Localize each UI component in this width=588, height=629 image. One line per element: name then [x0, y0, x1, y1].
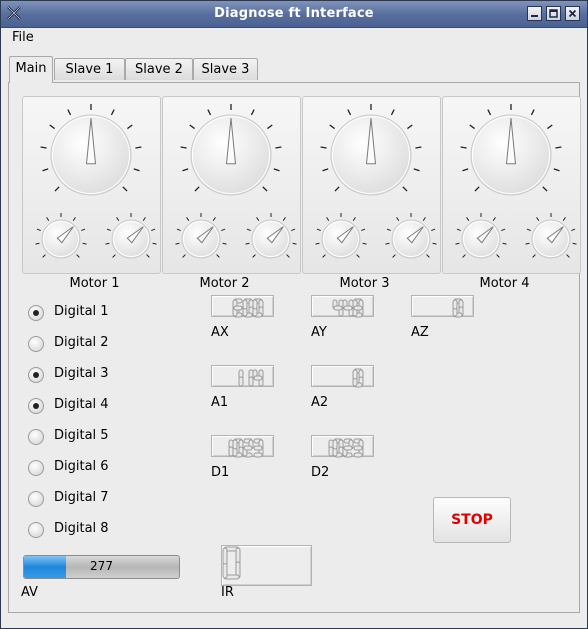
ay-display-digits: 448: [332, 298, 364, 318]
motor-1-panel: [22, 96, 161, 274]
d2-display-value-text: 1023: [322, 438, 325, 439]
ay-display: 448: [311, 295, 374, 318]
motor-3-dials[interactable]: [303, 97, 440, 273]
a1-label: A1: [211, 395, 229, 410]
maximize-button[interactable]: [546, 6, 561, 21]
minimize-icon: [531, 15, 538, 17]
av-label: AV: [21, 585, 38, 600]
menu-bar: File: [1, 28, 587, 48]
motor-2-dials[interactable]: [163, 97, 300, 273]
menu-file[interactable]: File: [12, 30, 34, 45]
ay-label: AY: [311, 325, 327, 340]
motor-3-dial-left[interactable]: [315, 213, 367, 259]
digital-4-label: Digital 4: [54, 397, 109, 412]
digital-2-radio[interactable]: [28, 336, 44, 352]
az-label: AZ: [411, 325, 429, 340]
motor-1-label: Motor 1: [69, 276, 120, 291]
az-display-value-text: 0: [452, 298, 453, 299]
d1-display: 1023: [211, 435, 274, 458]
tab-slave-2[interactable]: Slave 2: [125, 58, 193, 80]
ir-display: 0: [221, 545, 312, 586]
digital-8-label: Digital 8: [54, 521, 109, 536]
motor-1-speed-dial[interactable]: [40, 104, 142, 196]
motor-4-label: Motor 4: [479, 276, 530, 291]
d1-display-digits: 1023: [222, 438, 264, 458]
ay-display-value-text: 448: [332, 298, 334, 299]
motor-1-dial-right[interactable]: [105, 213, 157, 259]
digital-3-radio[interactable]: [28, 367, 44, 383]
d1-label: D1: [211, 465, 230, 480]
main-window: Diagnose ft Interface File Main Slave 1 …: [0, 0, 588, 629]
az-display: 0: [411, 295, 474, 318]
digital-5-label: Digital 5: [54, 428, 109, 443]
a2-display-digits: 0: [352, 368, 364, 388]
digital-5-radio[interactable]: [28, 429, 44, 445]
a1-display-value-text: 114: [232, 368, 234, 369]
motor-2-label: Motor 2: [199, 276, 250, 291]
digital-3-label: Digital 3: [54, 366, 109, 381]
motor-2-dial-right[interactable]: [245, 213, 297, 259]
window-title: Diagnose ft Interface: [214, 6, 374, 21]
motor-2-speed-dial[interactable]: [180, 104, 282, 196]
motor-4-dial-left[interactable]: [455, 213, 507, 259]
ir-display-value-text: 0: [222, 546, 223, 547]
ax-display-digits: 600: [232, 298, 264, 318]
d2-display: 1023: [311, 435, 374, 458]
av-progress-bar: 277: [23, 555, 180, 579]
motor-4-panel: [442, 96, 581, 274]
ax-display: 600: [211, 295, 274, 318]
motor-1-dials[interactable]: [23, 97, 160, 273]
motor-1-dial-left[interactable]: [35, 213, 87, 259]
a2-display: 0: [311, 365, 374, 388]
ax-display-value-text: 600: [232, 298, 234, 299]
d2-display-digits: 1023: [322, 438, 364, 458]
digital-8-radio[interactable]: [28, 522, 44, 538]
digital-4-radio[interactable]: [28, 398, 44, 414]
ir-display-digits: 0: [222, 546, 241, 580]
ax-label: AX: [211, 325, 229, 340]
a2-display-value-text: 0: [352, 368, 353, 369]
av-value: 277: [90, 559, 113, 573]
motor-2-dial-left[interactable]: [175, 213, 227, 259]
a1-display-digits: 114: [232, 368, 264, 387]
close-icon: [568, 9, 577, 18]
maximize-icon: [549, 9, 558, 18]
motor-3-panel: [302, 96, 441, 274]
digital-7-radio[interactable]: [28, 491, 44, 507]
a2-label: A2: [311, 395, 329, 410]
ir-label: IR: [221, 585, 234, 600]
digital-6-label: Digital 6: [54, 459, 109, 474]
az-display-digits: 0: [452, 298, 464, 318]
motor-3-label: Motor 3: [339, 276, 390, 291]
motor-4-dials[interactable]: [443, 97, 580, 273]
digital-7-label: Digital 7: [54, 490, 109, 505]
motor-3-speed-dial[interactable]: [320, 104, 422, 196]
close-button[interactable]: [565, 6, 580, 21]
digital-6-radio[interactable]: [28, 460, 44, 476]
motor-4-speed-dial[interactable]: [460, 104, 562, 196]
motor-3-dial-right[interactable]: [385, 213, 437, 259]
a1-display: 114: [211, 365, 274, 387]
digital-1-radio[interactable]: [28, 305, 44, 321]
digital-1-label: Digital 1: [54, 304, 109, 319]
d2-label: D2: [311, 465, 330, 480]
digital-2-label: Digital 2: [54, 335, 109, 350]
stop-button[interactable]: STOP: [433, 497, 511, 543]
tab-main[interactable]: Main: [9, 56, 53, 83]
tab-slave-3[interactable]: Slave 3: [193, 58, 258, 80]
motor-2-panel: [162, 96, 301, 274]
tab-slave-1[interactable]: Slave 1: [54, 58, 125, 80]
d1-display-value-text: 1023: [222, 438, 225, 439]
title-bar[interactable]: Diagnose ft Interface: [1, 1, 587, 28]
minimize-button[interactable]: [527, 6, 542, 21]
motor-4-dial-right[interactable]: [525, 213, 577, 259]
